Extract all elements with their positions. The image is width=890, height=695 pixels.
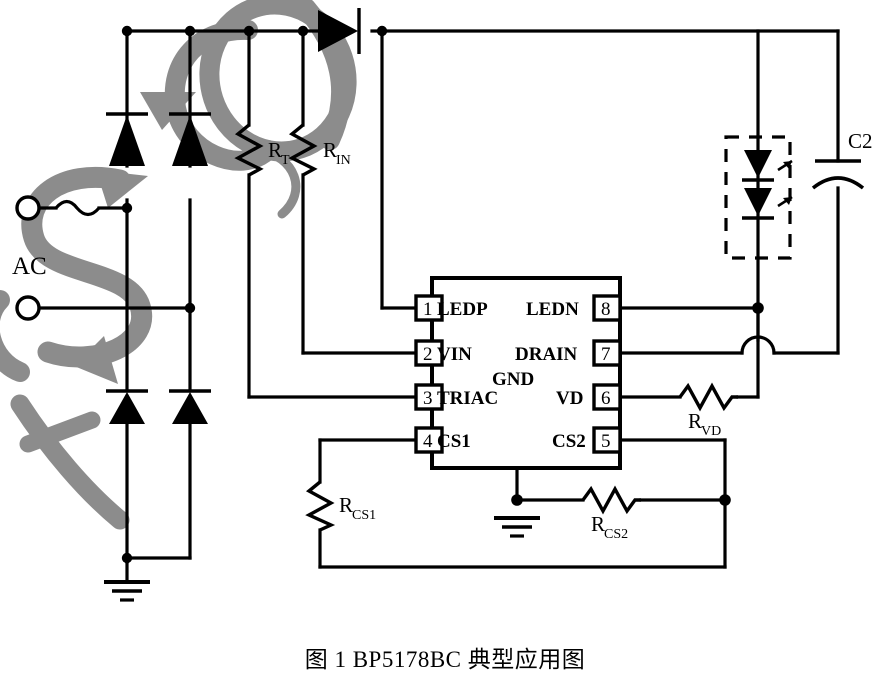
- resistor-rcs1: [305, 480, 336, 532]
- resistor-rcs2: [581, 485, 641, 515]
- resistor-rt-label: R: [268, 138, 282, 162]
- ic-pin-8-name: LEDN: [526, 299, 579, 320]
- resistor-rcs1-label: R: [339, 493, 353, 517]
- resistor-rvd: [678, 382, 738, 412]
- ic-pin-8: 8 LEDN: [526, 294, 622, 322]
- ground-symbol-ic: [494, 516, 540, 538]
- ic-pin-1-name: LEDP: [437, 299, 488, 320]
- circuit-schematic: AC R T R IN R VD R CS1 R CS2 C2 1 LEDP 2…: [0, 0, 873, 602]
- ac-source-label: AC: [12, 253, 47, 280]
- ic-pin-5-name: CS2: [552, 431, 586, 452]
- resistor-rcs1-sublabel: CS1: [352, 508, 376, 523]
- capacitor-c2: [811, 159, 865, 190]
- ic-pin-6-number: 6: [601, 388, 611, 409]
- ic-gnd-label: GND: [492, 369, 534, 390]
- ic-pin-7: 7 DRAIN: [515, 339, 622, 367]
- resistor-rvd-label: R: [688, 409, 702, 433]
- schematic-page: AC R T R IN R VD R CS1 R CS2 C2 1 LEDP 2…: [0, 0, 890, 695]
- ic-pin-7-name: DRAIN: [515, 344, 578, 365]
- ic-pin-3-name: TRIAC: [437, 388, 498, 409]
- ic-pin-1-number: 1: [423, 299, 433, 320]
- ground-symbol-input: [104, 580, 150, 602]
- watermark: [0, 0, 357, 530]
- ac-terminal-top: [15, 195, 41, 221]
- ic-pin-4: 4 CS1: [414, 426, 471, 454]
- ic-pin-7-number: 7: [601, 344, 611, 365]
- resistor-rt-sublabel: T: [281, 153, 290, 168]
- capacitor-c2-label: C2: [848, 129, 873, 153]
- ic-pin-1: 1 LEDP: [414, 294, 488, 322]
- ic-pin-8-number: 8: [601, 299, 611, 320]
- ic-pin-3-number: 3: [423, 388, 433, 409]
- resistor-rcs2-label: R: [591, 512, 605, 536]
- ic-pin-4-number: 4: [423, 431, 433, 452]
- fuse-icon: [54, 199, 101, 217]
- ic-pin-2: 2 VIN: [414, 339, 472, 367]
- resistor-rcs2-sublabel: CS2: [604, 527, 628, 542]
- ic-pin-2-name: VIN: [437, 344, 472, 365]
- ac-terminal-bottom: [15, 295, 41, 321]
- resistor-rin-label: R: [323, 138, 337, 162]
- ic-pin-6-name: VD: [556, 388, 583, 409]
- bridge-rectifier-diode-lower-left: [106, 389, 148, 424]
- bridge-rectifier-diode-upper-left: [106, 112, 148, 166]
- ic-pin-5-number: 5: [601, 431, 611, 452]
- resistor-rvd-sublabel: VD: [701, 424, 721, 439]
- figure-caption: 图 1 BP5178BC 典型应用图: [304, 647, 586, 672]
- ic-pin-3: 3 TRIAC: [414, 383, 498, 411]
- ic-pin-4-name: CS1: [437, 431, 471, 452]
- resistor-rin-sublabel: IN: [336, 153, 351, 168]
- ic-pin-2-number: 2: [423, 344, 433, 365]
- bridge-rectifier-diode-lower-right: [169, 389, 211, 424]
